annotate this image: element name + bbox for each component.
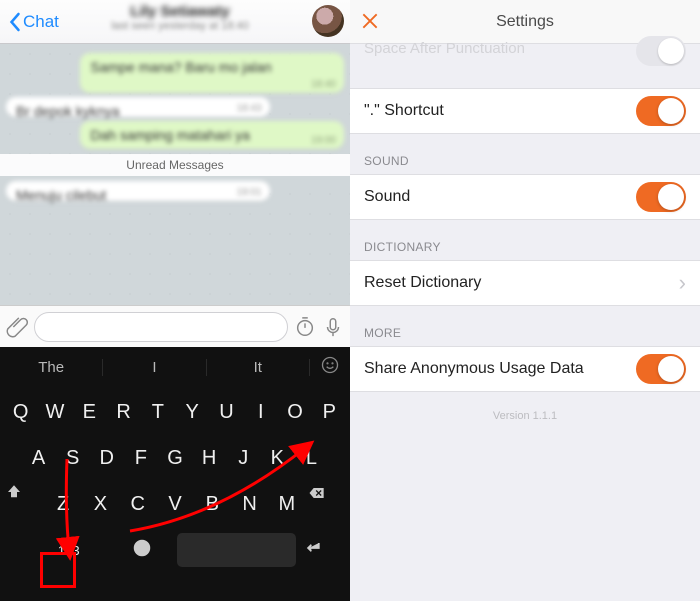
avatar[interactable]: [312, 5, 344, 37]
shortcut-cell[interactable]: "." Shortcut: [350, 88, 700, 134]
key-u[interactable]: U: [211, 391, 242, 433]
key-w[interactable]: W: [39, 391, 70, 433]
share-usage-toggle[interactable]: [636, 354, 686, 384]
close-icon: [360, 11, 380, 31]
version-label: Version 1.1.1: [350, 392, 700, 440]
message-time: 18:43: [237, 103, 262, 114]
unread-separator: Unread Messages: [0, 154, 350, 176]
suggestion[interactable]: It: [207, 359, 310, 376]
annotation-highlight: [40, 552, 76, 588]
shortcut-label: "." Shortcut: [364, 102, 444, 120]
ghost-row-label: Space After Punctuation: [364, 40, 525, 57]
key-t[interactable]: T: [142, 391, 173, 433]
message-time: 19:01: [237, 187, 262, 198]
annotation-arrow-icon: [120, 436, 320, 546]
share-usage-cell[interactable]: Share Anonymous Usage Data: [350, 346, 700, 392]
emoji-button[interactable]: [310, 355, 350, 380]
chevron-right-icon: ›: [679, 270, 686, 296]
key-a[interactable]: A: [23, 437, 54, 479]
key-d[interactable]: D: [91, 437, 122, 479]
section-more: MORE: [350, 306, 700, 346]
message-text: Menuju cilebut: [16, 187, 106, 203]
back-button[interactable]: Chat: [8, 12, 59, 32]
attach-icon[interactable]: [6, 316, 28, 338]
key-e[interactable]: E: [74, 391, 105, 433]
annotation-arrow-icon: [55, 451, 95, 561]
section-sound: SOUND: [350, 134, 700, 174]
contact-title[interactable]: Lily Setiawaty last seen yesterday at 18…: [60, 3, 300, 32]
sound-toggle[interactable]: [636, 182, 686, 212]
suggestion[interactable]: The: [0, 359, 103, 376]
message-text: Br depok kyknya: [16, 103, 120, 119]
shift-key[interactable]: [5, 483, 43, 525]
suggestion[interactable]: I: [103, 359, 206, 376]
input-bar: [0, 305, 350, 347]
message-out[interactable]: Sampe mana? Baru mo jalan 18:40: [80, 53, 344, 93]
chat-header: Chat Lily Setiawaty last seen yesterday …: [0, 0, 350, 44]
settings-title: Settings: [496, 13, 554, 31]
timer-icon[interactable]: [294, 316, 316, 338]
chevron-left-icon: [8, 12, 21, 32]
key-y[interactable]: Y: [177, 391, 208, 433]
message-input[interactable]: [34, 312, 288, 342]
sound-cell[interactable]: Sound: [350, 174, 700, 220]
contact-status: last seen yesterday at 18:40: [60, 20, 300, 32]
key-p[interactable]: P: [314, 391, 345, 433]
key-i[interactable]: I: [245, 391, 276, 433]
share-usage-label: Share Anonymous Usage Data: [364, 360, 584, 378]
message-in[interactable]: Br depok kyknya 18:43: [6, 97, 270, 117]
key-row-1: Q W E R T Y U I O P: [5, 391, 345, 433]
suggestion-row: The I It: [0, 347, 350, 387]
chat-body[interactable]: Sampe mana? Baru mo jalan 18:40 Br depok…: [0, 44, 350, 305]
message-out[interactable]: Dah samping matahari ya 19:00: [80, 121, 344, 149]
message-in[interactable]: Menuju cilebut 19:01: [6, 181, 270, 201]
close-button[interactable]: [360, 11, 380, 36]
mic-icon[interactable]: [322, 316, 344, 338]
shortcut-toggle[interactable]: [636, 96, 686, 126]
ghost-toggle: [636, 36, 686, 66]
message-text: Dah samping matahari ya: [90, 127, 250, 143]
back-label: Chat: [23, 12, 59, 32]
message-time: 18:40: [311, 79, 336, 90]
message-time: 19:00: [311, 135, 336, 146]
sound-label: Sound: [364, 188, 410, 206]
reset-dictionary-cell[interactable]: Reset Dictionary ›: [350, 260, 700, 306]
reset-dictionary-label: Reset Dictionary: [364, 274, 481, 292]
key-q[interactable]: Q: [5, 391, 36, 433]
contact-name: Lily Setiawaty: [60, 3, 300, 20]
key-r[interactable]: R: [108, 391, 139, 433]
keyboard: The I It Q W E R T Y U I O P A S D: [0, 347, 350, 601]
message-text: Sampe mana? Baru mo jalan: [90, 59, 271, 75]
key-o[interactable]: O: [279, 391, 310, 433]
section-dictionary: DICTIONARY: [350, 220, 700, 260]
